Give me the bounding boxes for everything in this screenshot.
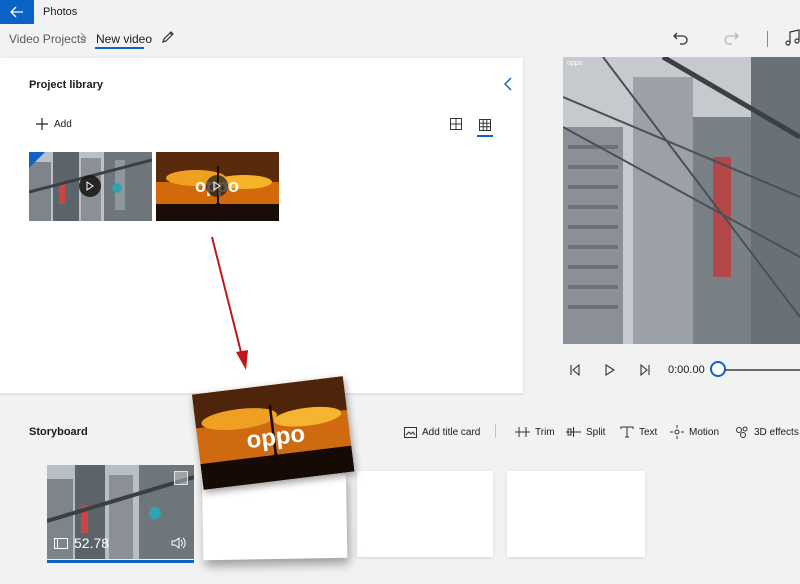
player-controls: 0:00.00 — [563, 356, 800, 384]
trim-button[interactable]: Trim — [515, 424, 555, 440]
back-button[interactable] — [0, 0, 34, 24]
project-library-panel: Project library Add — [0, 58, 523, 393]
play-icon — [213, 181, 221, 191]
back-arrow-icon — [10, 6, 23, 18]
storyboard-title: Storyboard — [29, 426, 88, 438]
header-divider — [767, 31, 768, 47]
library-clip-oppo[interactable]: oppo — [156, 152, 279, 221]
redo-icon[interactable] — [722, 29, 740, 47]
preview-frame-image — [563, 57, 800, 344]
clip-duration: 52.78 — [54, 535, 109, 551]
app-title: Photos — [43, 6, 78, 18]
3d-effects-label: 3D effects — [754, 426, 799, 438]
play-icon[interactable] — [603, 363, 617, 377]
3d-effects-button[interactable]: 3D effects — [735, 424, 799, 440]
title-card-icon — [404, 426, 417, 438]
volume-icon[interactable] — [170, 535, 186, 551]
project-library-title: Project library — [29, 79, 103, 91]
storyboard-panel: Storyboard Add title card Trim Split Tex… — [0, 410, 800, 584]
video-preview[interactable]: oppo — [563, 57, 800, 344]
previous-frame-icon[interactable] — [568, 363, 582, 377]
motion-icon — [670, 425, 684, 439]
play-badge — [79, 175, 101, 197]
oppo-clip-image: oppo — [191, 376, 355, 490]
add-button[interactable]: Add — [36, 116, 72, 132]
empty-storyboard-slot[interactable] — [357, 471, 493, 557]
toolbar-separator — [495, 424, 496, 438]
title-bar: Photos — [0, 0, 800, 24]
dragged-clip-card[interactable]: oppo — [191, 376, 355, 561]
breadcrumb-current: New video — [96, 32, 153, 46]
play-icon — [86, 181, 94, 191]
motion-button[interactable]: Motion — [670, 424, 719, 440]
clip-select-checkbox[interactable] — [174, 471, 188, 485]
current-time: 0:00.00 — [668, 364, 705, 376]
empty-storyboard-slot[interactable] — [507, 471, 645, 557]
storyboard-clip-underline — [47, 560, 194, 563]
large-grid-view-icon[interactable] — [448, 116, 464, 132]
video-clip-icon — [54, 537, 68, 549]
pencil-icon[interactable] — [160, 29, 176, 45]
undo-icon[interactable] — [672, 29, 690, 47]
selected-corner-mark — [29, 152, 45, 168]
add-title-card-button[interactable]: Add title card — [404, 424, 480, 440]
play-badge — [206, 175, 228, 197]
breadcrumb-video-projects[interactable]: Video Projects — [9, 32, 86, 46]
plus-icon — [36, 118, 48, 130]
preview-watermark: oppo — [567, 60, 583, 67]
text-button[interactable]: Text — [620, 424, 657, 440]
motion-label: Motion — [689, 426, 720, 438]
text-label: Text — [639, 426, 658, 438]
small-grid-view-icon[interactable] — [476, 116, 494, 134]
text-icon — [620, 426, 634, 438]
trim-label: Trim — [535, 426, 555, 438]
dragged-clip-thumbnail: oppo — [191, 376, 355, 490]
library-clip-city[interactable] — [29, 152, 152, 221]
split-button[interactable]: Split — [566, 424, 605, 440]
chevron-right-icon — [80, 32, 87, 44]
music-note-icon[interactable] — [783, 29, 800, 47]
scrub-track[interactable] — [718, 369, 800, 371]
breadcrumb-underline — [95, 47, 144, 49]
clip-duration-text: 52.78 — [74, 535, 110, 551]
scrub-handle[interactable] — [710, 361, 726, 377]
trim-icon — [515, 427, 530, 437]
storyboard-clip[interactable]: 52.78 — [47, 465, 194, 559]
header: Video Projects New video — [0, 24, 800, 56]
split-icon — [566, 427, 581, 437]
collapse-chevron-icon[interactable] — [501, 76, 515, 92]
split-label: Split — [586, 426, 606, 438]
next-frame-icon[interactable] — [638, 363, 652, 377]
add-label: Add — [54, 118, 72, 130]
view-underline — [477, 135, 493, 137]
breadcrumb-separator — [80, 32, 88, 47]
3d-effects-icon — [736, 426, 748, 438]
add-title-card-label: Add title card — [422, 426, 481, 438]
